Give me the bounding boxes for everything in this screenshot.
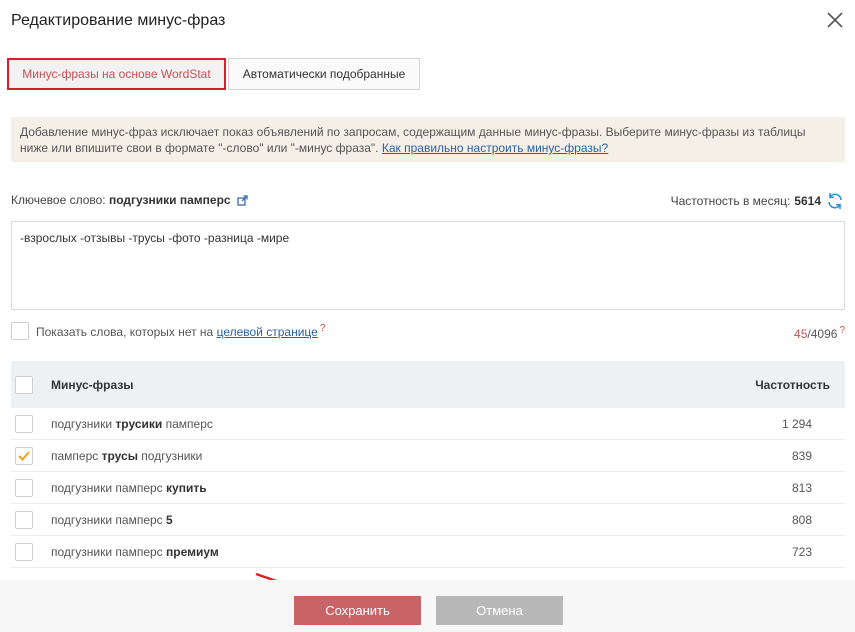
help-link[interactable]: Как правильно настроить минус-фразы? (382, 141, 608, 155)
tab-auto[interactable]: Автоматически подобранные (228, 58, 420, 90)
row-phrase-pre: подгузники (51, 416, 116, 431)
frequency-label: Частотность в месяц: (670, 194, 791, 208)
row-phrase: подгузники памперс 5 (51, 513, 173, 527)
row-frequency: 1 294 (781, 416, 812, 431)
row-phrase-bold: 5 (166, 512, 173, 527)
row-checkbox[interactable] (15, 510, 33, 529)
table-row[interactable]: подгузники памперс купить 813 (11, 472, 845, 504)
row-phrase-bold: трусики (115, 416, 163, 431)
row-phrase-post: памперс (162, 416, 213, 431)
row-phrase-pre: подгузники памперс (51, 480, 167, 495)
target-page-link[interactable]: целевой странице (217, 325, 318, 339)
row-frequency: 813 (791, 480, 812, 495)
row-frequency: 808 (791, 512, 812, 527)
char-counter-current: 45 (794, 327, 808, 341)
table-row[interactable]: подгузники памперс премиум 723 (11, 536, 845, 568)
row-phrase-bold: трусы (101, 448, 138, 463)
counter-hint-icon[interactable]: ? (839, 325, 845, 336)
row-frequency: 839 (791, 448, 812, 463)
row-phrase: подгузники трусики памперс (51, 417, 213, 431)
info-banner: Добавление минус-фраз исключает показ об… (11, 117, 845, 162)
row-frequency: 723 (791, 544, 812, 559)
minus-phrases-textarea[interactable]: -взрослых -отзывы -трусы -фото -разница … (11, 221, 845, 310)
keyword-label: Ключевое слово: (11, 193, 106, 207)
row-checkbox[interactable] (15, 478, 33, 497)
table-header: Минус-фразы Частотность (11, 361, 845, 408)
row-phrase-pre: подгузники памперс (51, 512, 167, 527)
table-row[interactable]: памперс трусы подгузники 839 (11, 440, 845, 472)
row-phrase-pre: подгузники памперс (51, 544, 167, 559)
dialog-footer: Сохранить Отмена (0, 580, 855, 632)
tab-wordstat-label: Минус-фразы на основе WordStat (22, 67, 211, 81)
close-icon[interactable] (825, 10, 845, 30)
row-phrase: подгузники памперс купить (51, 481, 207, 495)
select-all-checkbox[interactable] (15, 375, 33, 394)
frequency-value: 5614 (794, 194, 821, 208)
row-phrase-pre: памперс (51, 448, 102, 463)
show-words-checkbox[interactable] (11, 322, 29, 340)
table-row[interactable]: подгузники трусики памперс 1 294 (11, 408, 845, 440)
row-phrase: подгузники памперс премиум (51, 545, 219, 559)
keyword-value: подгузники памперс (108, 193, 231, 207)
refresh-icon[interactable] (825, 191, 845, 211)
frequency-block: Частотность в месяц: 5614 (671, 191, 845, 211)
checkmark-icon (18, 450, 30, 461)
header-frequency: Частотность (755, 377, 830, 392)
row-phrase-bold: купить (166, 480, 207, 495)
table-row-partial (11, 568, 845, 580)
row-checkbox[interactable] (15, 446, 33, 465)
row-checkbox[interactable] (15, 542, 33, 561)
phrases-table: Минус-фразы Частотность подгузники труси… (11, 361, 845, 580)
row-phrase-bold: премиум (166, 544, 219, 559)
show-words-text: Показать слова, которых нет на целевой с… (36, 323, 325, 339)
char-counter-max: /4096 (807, 327, 838, 341)
show-words-hint-icon[interactable]: ? (320, 323, 326, 334)
cancel-button[interactable]: Отмена (436, 596, 563, 625)
show-words-row: Показать слова, которых нет на целевой с… (11, 322, 325, 340)
tab-wordstat[interactable]: Минус-фразы на основе WordStat (7, 58, 226, 90)
dialog-title: Редактирование минус-фраз (11, 12, 226, 29)
table-row[interactable]: подгузники памперс 5 808 (11, 504, 845, 536)
show-words-label: Показать слова, которых нет на (36, 325, 217, 339)
keyword-line: Ключевое слово: подгузники памперс (11, 193, 248, 207)
row-phrase-post: подгузники (137, 448, 203, 463)
char-counter: 45/4096? (794, 325, 845, 341)
external-link-icon[interactable] (237, 195, 248, 206)
row-checkbox[interactable] (15, 414, 33, 433)
header-phrase: Минус-фразы (51, 377, 134, 392)
row-phrase: памперс трусы подгузники (51, 449, 202, 463)
tab-auto-label: Автоматически подобранные (242, 67, 406, 81)
save-button[interactable]: Сохранить (294, 596, 421, 625)
